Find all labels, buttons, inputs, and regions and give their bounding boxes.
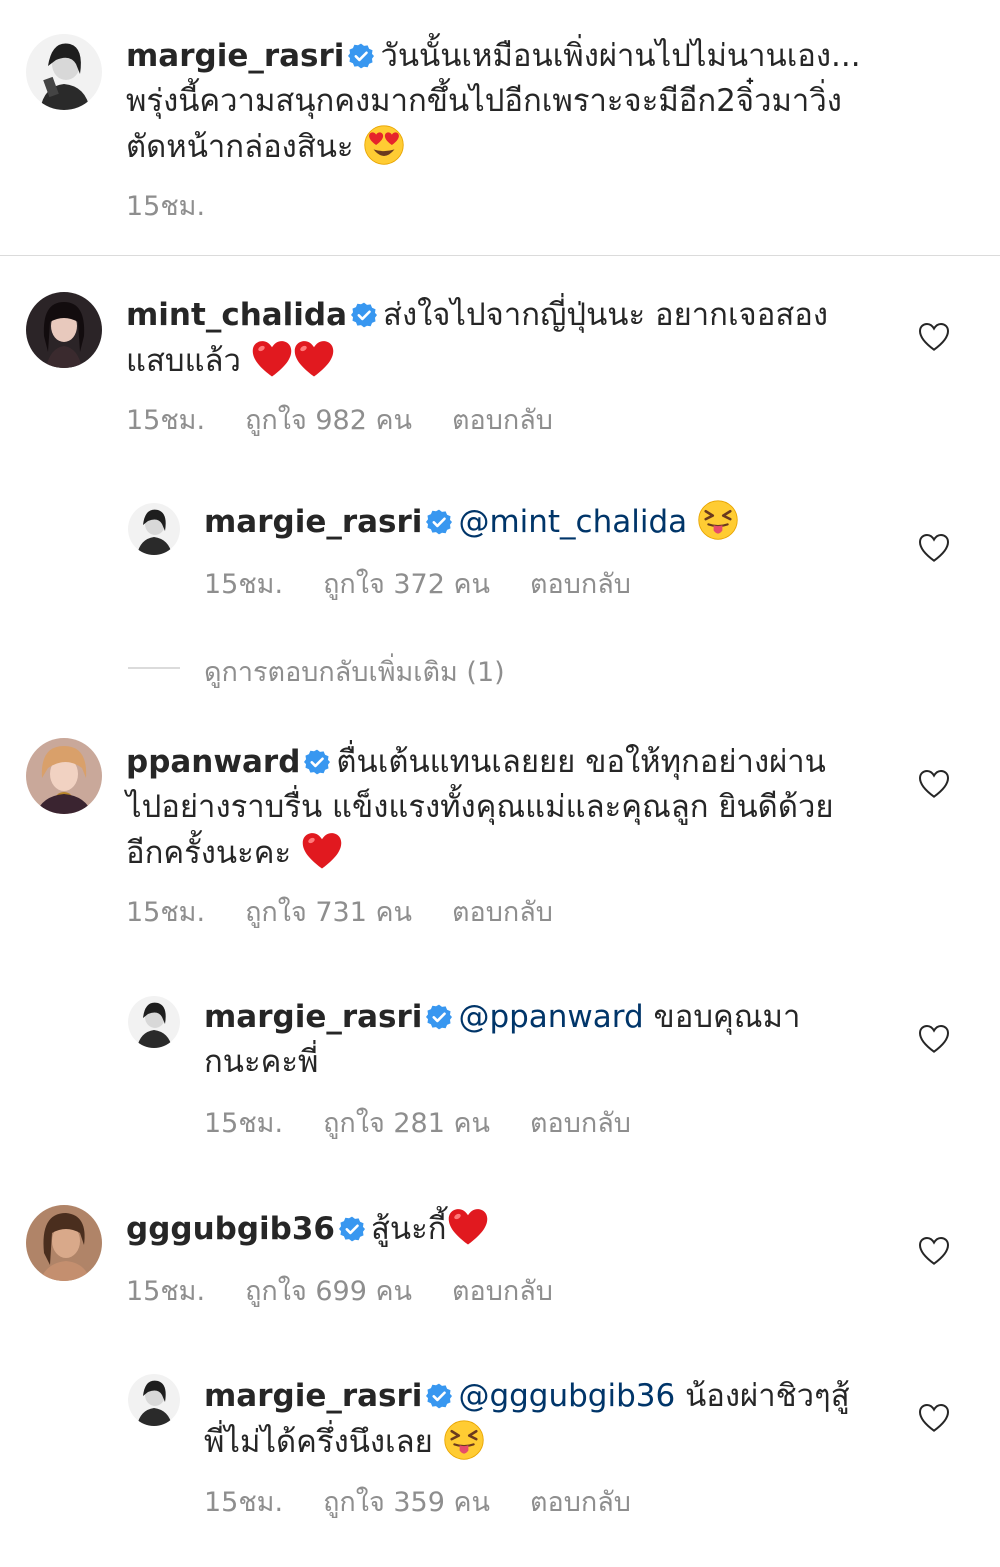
avatar[interactable]: [128, 1374, 180, 1426]
reply-text-line1: ขอบคุณมา: [653, 999, 801, 1035]
reply-text-line2: กนะคะพี่: [204, 1044, 319, 1080]
comment-meta: 15ชม. ถูกใจ 731 คน ตอบกลับ: [126, 890, 553, 933]
caption-meta: 15ชม.: [126, 184, 205, 227]
verified-badge-icon: [348, 43, 374, 69]
verified-badge-icon: [426, 509, 452, 535]
heart-eyes-emoji-icon: [363, 124, 405, 166]
comment-meta: 15ชม. ถูกใจ 982 คน ตอบกลับ: [126, 398, 553, 441]
caption-text: margie_rasri วันนั้นเหมือนเพิ่งผ่านไปไม่น…: [126, 34, 886, 170]
likes-count[interactable]: ถูกใจ 731 คน: [245, 890, 412, 933]
reply-username[interactable]: margie_rasri: [204, 1378, 422, 1414]
likes-count[interactable]: ถูกใจ 699 คน: [245, 1269, 412, 1312]
reply-button[interactable]: ตอบกลับ: [452, 1269, 553, 1312]
mention-link[interactable]: @gggubgib36: [458, 1378, 675, 1414]
red-heart-emoji-icon: [301, 830, 343, 872]
red-heart-emoji-icon: [447, 1206, 489, 1248]
comment-time: 15ชม.: [126, 405, 206, 436]
view-more-line: [128, 667, 180, 669]
comment-text-line1: สู้นะกี้: [370, 1211, 447, 1247]
reply-time: 15ชม.: [204, 1108, 284, 1139]
reply-text: margie_rasri @ppanward ขอบคุณมา กนะคะพี่: [204, 995, 884, 1085]
verified-badge-icon: [304, 749, 330, 775]
caption-text-line1: วันนั้นเหมือนเพิ่งผ่านไปไม่นานเอง...: [380, 38, 861, 74]
reply-time: 15ชม.: [204, 569, 284, 600]
reply-username[interactable]: margie_rasri: [204, 999, 422, 1035]
comment-username[interactable]: ppanward: [126, 744, 300, 780]
comment-time: 15ชม.: [126, 1276, 206, 1307]
verified-badge-icon: [339, 1216, 365, 1242]
mention-link[interactable]: @ppanward: [458, 999, 643, 1035]
verified-badge-icon: [426, 1004, 452, 1030]
like-heart-icon[interactable]: [918, 322, 950, 352]
avatar[interactable]: [128, 503, 180, 555]
reply-text-line1: น้องผ่าชิวๆสู้: [685, 1378, 850, 1414]
avatar[interactable]: [128, 996, 180, 1048]
caption-time: 15ชม.: [126, 191, 206, 222]
reply-meta: 15ชม. ถูกใจ 359 คน ตอบกลับ: [204, 1480, 631, 1523]
avatar[interactable]: [26, 1205, 102, 1281]
comment-text-line1: ตื่นเต้นแทนเลยยย ขอให้ทุกอย่างผ่าน: [336, 744, 826, 780]
comment-text: gggubgib36 สู้นะกี้: [126, 1206, 886, 1252]
comment-text: mint_chalida ส่งใจไปจากญี่ปุ่นนะ อยากเจอส…: [126, 293, 886, 384]
view-more-replies-button[interactable]: ดูการตอบกลับเพิ่มเติม (1): [204, 650, 505, 693]
likes-count[interactable]: ถูกใจ 359 คน: [323, 1480, 490, 1523]
comment-time: 15ชม.: [126, 897, 206, 928]
verified-badge-icon: [426, 1383, 452, 1409]
comment-text: ppanward ตื่นเต้นแทนเลยยย ขอให้ทุกอย่างผ่…: [126, 740, 886, 876]
reply-text: margie_rasri @gggubgib36 น้องผ่าชิวๆสู้ พ…: [204, 1374, 884, 1465]
red-heart-emoji-icon: [293, 338, 335, 380]
reply-meta: 15ชม. ถูกใจ 372 คน ตอบกลับ: [204, 562, 631, 605]
caption-text-line2: พรุ่งนี้ความสนุกคงมากขึ้นไปอีกเพราะจะมีอ…: [126, 83, 842, 119]
like-heart-icon[interactable]: [918, 1236, 950, 1266]
squinting-tongue-emoji-icon: [443, 1419, 485, 1461]
mention-link[interactable]: @mint_chalida: [458, 504, 687, 540]
like-heart-icon[interactable]: [918, 533, 950, 563]
comment-meta: 15ชม. ถูกใจ 699 คน ตอบกลับ: [126, 1269, 553, 1312]
comment-text-line2: แสบแล้ว: [126, 343, 241, 379]
comment-text-line2: ไปอย่างราบรื่น แข็งแรงทั้งคุณแม่และคุณลู…: [126, 789, 834, 825]
comment-username[interactable]: gggubgib36: [126, 1211, 335, 1247]
likes-count[interactable]: ถูกใจ 281 คน: [323, 1101, 490, 1144]
avatar[interactable]: [26, 292, 102, 368]
reply-button[interactable]: ตอบกลับ: [452, 890, 553, 933]
reply-button[interactable]: ตอบกลับ: [530, 1101, 631, 1144]
caption-username[interactable]: margie_rasri: [126, 38, 344, 74]
likes-count[interactable]: ถูกใจ 982 คน: [245, 398, 412, 441]
comment-text-line3: อีกครั้งนะคะ: [126, 835, 292, 871]
reply-username[interactable]: margie_rasri: [204, 504, 422, 540]
reply-button[interactable]: ตอบกลับ: [530, 562, 631, 605]
avatar[interactable]: [26, 34, 102, 110]
like-heart-icon[interactable]: [918, 1403, 950, 1433]
red-heart-emoji-icon: [251, 338, 293, 380]
reply-time: 15ชม.: [204, 1487, 284, 1518]
like-heart-icon[interactable]: [918, 1024, 950, 1054]
verified-badge-icon: [351, 302, 377, 328]
reply-button[interactable]: ตอบกลับ: [452, 398, 553, 441]
divider: [0, 255, 1000, 256]
comment-text-line1: ส่งใจไปจากญี่ปุ่นนะ อยากเจอสอง: [383, 297, 829, 333]
caption-text-line3: ตัดหน้ากล่องสินะ: [126, 129, 354, 165]
reply-meta: 15ชม. ถูกใจ 281 คน ตอบกลับ: [204, 1101, 631, 1144]
reply-text: margie_rasri @mint_chalida: [204, 499, 884, 545]
comment-username[interactable]: mint_chalida: [126, 297, 347, 333]
squinting-tongue-emoji-icon: [697, 499, 739, 541]
likes-count[interactable]: ถูกใจ 372 คน: [323, 562, 490, 605]
reply-text-line2: พี่ไม่ได้ครึ่งนึงเลย: [204, 1424, 433, 1460]
reply-button[interactable]: ตอบกลับ: [530, 1480, 631, 1523]
avatar[interactable]: [26, 738, 102, 814]
like-heart-icon[interactable]: [918, 769, 950, 799]
